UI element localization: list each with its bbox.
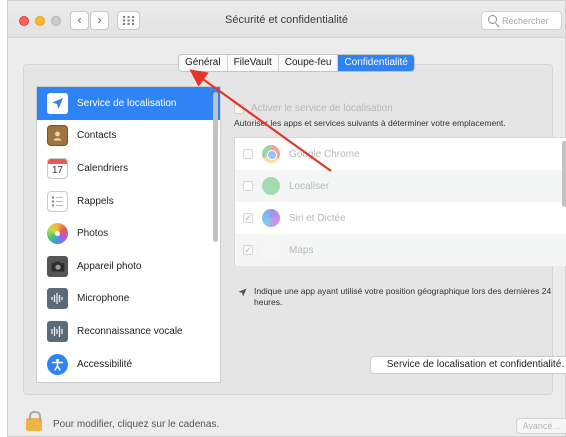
sidebar-item-contacts[interactable]: Contacts: [37, 120, 220, 153]
enable-location-checkbox[interactable]: [234, 103, 244, 114]
recent-location-note: Indique une app ayant utilisé votre posi…: [238, 286, 566, 308]
enable-location-label: Activer le service de localisation: [251, 103, 393, 114]
app-row-maps: ✓ Maps: [235, 234, 566, 266]
tab-filevault[interactable]: FileVault: [228, 55, 279, 71]
privacy-pane: Service de localisation Contacts 17 Cale…: [23, 64, 566, 395]
tab-bar: Général FileVault Coupe-feu Confidential…: [178, 54, 415, 72]
app-name: Siri et Dictée: [289, 212, 346, 224]
padlock-icon[interactable]: [26, 411, 42, 431]
app-list-scrollbar[interactable]: [562, 141, 566, 207]
tab-privacy[interactable]: Confidentialité: [338, 55, 414, 71]
privacy-category-list: Service de localisation Contacts 17 Cale…: [36, 86, 221, 383]
sidebar-item-label: Reconnaissance vocale: [77, 325, 183, 337]
sidebar-item-label: Appareil photo: [77, 260, 142, 272]
app-checkbox[interactable]: [243, 149, 253, 159]
camera-icon: [47, 255, 68, 277]
reminders-icon: [47, 190, 68, 212]
chrome-icon: [262, 145, 280, 163]
sidebar-item-label: Photos: [77, 228, 109, 240]
maps-icon: [262, 241, 280, 259]
note-text: Indique une app ayant utilisé votre posi…: [254, 286, 552, 307]
app-name: Localiser: [289, 180, 330, 192]
location-services-panel: Activer le service de localisation Autor…: [231, 65, 566, 395]
sidebar-item-speech-recognition[interactable]: Reconnaissance vocale: [37, 315, 220, 348]
sidebar-item-reminders[interactable]: Rappels: [37, 185, 220, 218]
find-my-icon: [262, 177, 280, 195]
location-arrow-icon: [47, 92, 68, 114]
preferences-window: ‹ › Sécurité et confidentialité Recherch…: [7, 0, 566, 437]
sidebar-item-label: Microphone: [77, 293, 130, 305]
enable-location-row: Activer le service de localisation: [234, 103, 393, 114]
sidebar-item-location-services[interactable]: Service de localisation: [37, 87, 220, 120]
sidebar-item-camera[interactable]: Appareil photo: [37, 250, 220, 283]
lock-row: Pour modifier, cliquez sur le cadenas.: [26, 411, 220, 431]
contacts-book-icon: [47, 125, 68, 147]
app-name: Google Chrome: [289, 148, 360, 160]
microphone-icon: [47, 288, 68, 310]
sidebar-item-label: Calendriers: [77, 162, 129, 174]
title-bar: ‹ › Sécurité et confidentialité Recherch…: [8, 1, 565, 38]
sidebar-item-label: Service de localisation: [77, 97, 177, 109]
app-checkbox[interactable]: ✓: [243, 245, 253, 255]
sidebar-item-calendars[interactable]: 17 Calendriers: [37, 152, 220, 185]
app-row-google-chrome: Google Chrome: [235, 138, 566, 170]
accessibility-icon: [47, 353, 68, 375]
location-app-list: Google Chrome Localiser ✓ Siri et Dictée…: [234, 137, 566, 266]
speech-recognition-icon: [47, 320, 68, 342]
advanced-button[interactable]: Avancé…: [516, 418, 566, 434]
app-checkbox[interactable]: [243, 181, 253, 191]
app-checkbox[interactable]: ✓: [243, 213, 253, 223]
search-field[interactable]: Rechercher: [481, 11, 562, 30]
sidebar-item-microphone[interactable]: Microphone: [37, 283, 220, 316]
search-icon: [488, 15, 497, 24]
tab-firewall[interactable]: Coupe-feu: [279, 55, 339, 71]
app-row-localiser: Localiser: [235, 170, 566, 202]
sidebar-item-accessibility[interactable]: Accessibilité: [37, 348, 220, 381]
sidebar-item-label: Rappels: [77, 195, 114, 207]
sidebar-item-photos[interactable]: Photos: [37, 217, 220, 250]
sidebar-item-label: Contacts: [77, 130, 117, 142]
location-privacy-button[interactable]: Service de localisation et confidentiali…: [370, 356, 566, 374]
search-placeholder: Rechercher: [502, 16, 549, 26]
app-row-siri: ✓ Siri et Dictée: [235, 202, 566, 234]
calendar-icon: 17: [47, 157, 68, 179]
lock-instruction: Pour modifier, cliquez sur le cadenas.: [53, 419, 220, 430]
sidebar-item-label: Accessibilité: [77, 358, 133, 370]
photos-icon: [47, 223, 68, 245]
sidebar-scrollbar[interactable]: [213, 92, 218, 242]
siri-icon: [262, 209, 280, 227]
calendar-day: 17: [51, 164, 64, 176]
location-description: Autoriser les apps et services suivants …: [234, 118, 506, 128]
tab-general[interactable]: Général: [179, 55, 228, 71]
app-name: Maps: [289, 244, 314, 256]
location-arrow-icon: [238, 286, 248, 308]
